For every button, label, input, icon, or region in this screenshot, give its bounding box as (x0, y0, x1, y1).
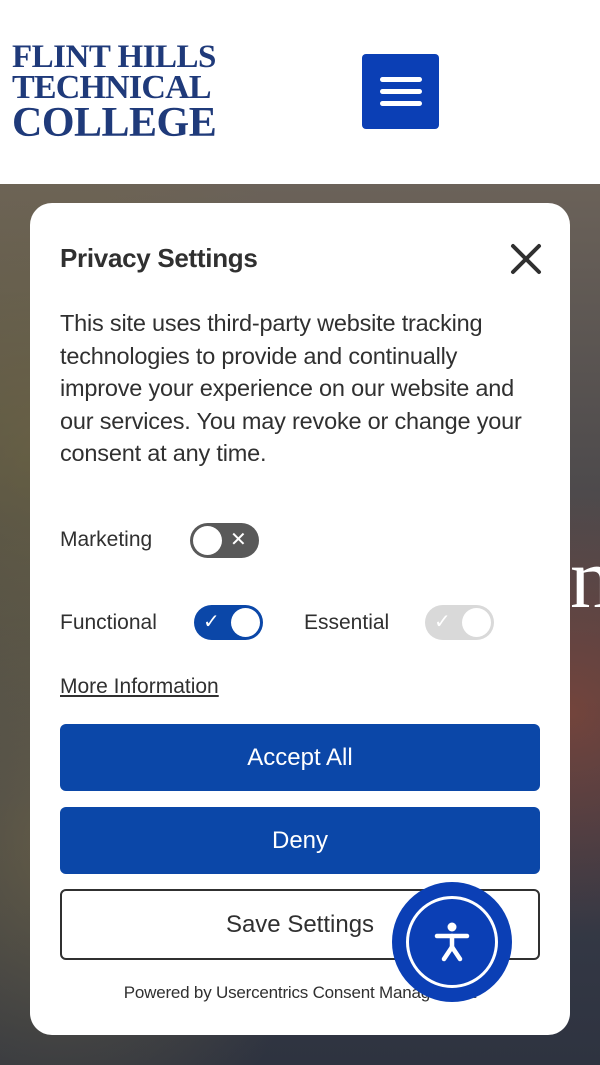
menu-bar (379, 101, 422, 106)
logo-line-1: FLINT HILLS (12, 39, 216, 75)
marketing-toggle-label: Marketing (60, 528, 153, 551)
hamburger-menu-icon[interactable] (362, 54, 439, 129)
essential-toggle-label: Essential (304, 611, 390, 634)
logo-line-3: COLLEGE (12, 99, 217, 146)
dialog-description: This site uses third-party website track… (60, 310, 522, 466)
check-icon: ✓ (203, 611, 220, 633)
toggle-knob (193, 526, 222, 555)
site-header: FLINT HILLS TECHNICAL COLLEGE (0, 0, 600, 184)
marketing-toggle[interactable]: ✕ (190, 523, 259, 558)
more-information-link[interactable]: More Information (60, 675, 219, 699)
close-icon[interactable] (506, 239, 546, 279)
hero-heading-fragment: n (570, 530, 600, 626)
logo-line-2: TECHNICAL (12, 69, 212, 107)
functional-toggle[interactable]: ✓ (194, 605, 263, 640)
menu-bar (379, 77, 422, 82)
accessibility-button[interactable] (392, 882, 512, 1002)
accessibility-icon (434, 922, 470, 962)
check-icon: ✓ (434, 611, 451, 633)
college-logo[interactable]: FLINT HILLS TECHNICAL COLLEGE (12, 39, 217, 146)
functional-toggle-label: Functional (60, 611, 157, 634)
toggle-knob (231, 608, 260, 637)
x-icon: ✕ (230, 529, 247, 551)
dialog-title: Privacy Settings (60, 243, 258, 273)
deny-button[interactable]: Deny (60, 807, 540, 874)
menu-bar (379, 89, 422, 94)
essential-toggle: ✓ (425, 605, 494, 640)
toggle-knob (462, 608, 491, 637)
accept-all-button[interactable]: Accept All (60, 724, 540, 791)
